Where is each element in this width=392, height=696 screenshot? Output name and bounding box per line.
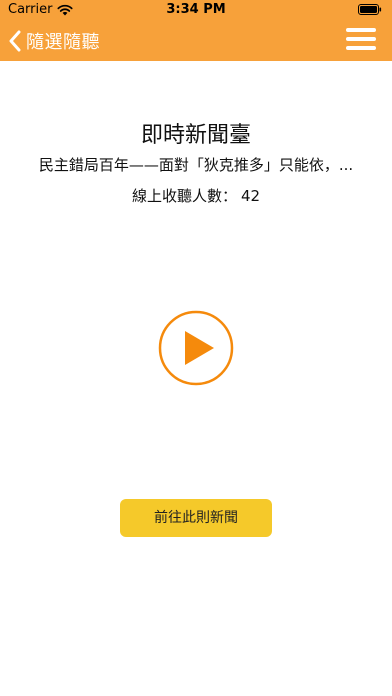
listener-count-row: 線上收聽人數： 42 (0, 185, 392, 206)
app-screen: Carrier 3:34 PM 隨選隨聽 即時新聞臺 民主錯局百年——面對「狄克… (0, 0, 392, 696)
status-bar: Carrier 3:34 PM (0, 0, 392, 20)
news-headline: 民主錯局百年——面對「狄克推多」只能依，... (38, 156, 354, 174)
back-button-label: 隨選隨聽 (26, 32, 100, 53)
nav-bar: 隨選隨聽 (0, 20, 392, 61)
status-time: 3:34 PM (166, 2, 226, 17)
chevron-left-icon (9, 30, 21, 52)
play-icon[interactable] (158, 310, 234, 386)
hamburger-menu-icon[interactable] (346, 28, 376, 52)
menu-line (346, 37, 376, 41)
page-title: 即時新聞臺 (140, 123, 251, 148)
battery-icon (358, 4, 382, 15)
listeners-label: 線上收聽人數： (131, 187, 237, 205)
back-button[interactable]: 隨選隨聽 (8, 26, 100, 56)
menu-line (346, 28, 376, 32)
listeners-count: 42 (240, 187, 261, 205)
menu-line (346, 46, 376, 50)
go-to-news-button[interactable]: 前往此則新聞 (120, 499, 272, 537)
